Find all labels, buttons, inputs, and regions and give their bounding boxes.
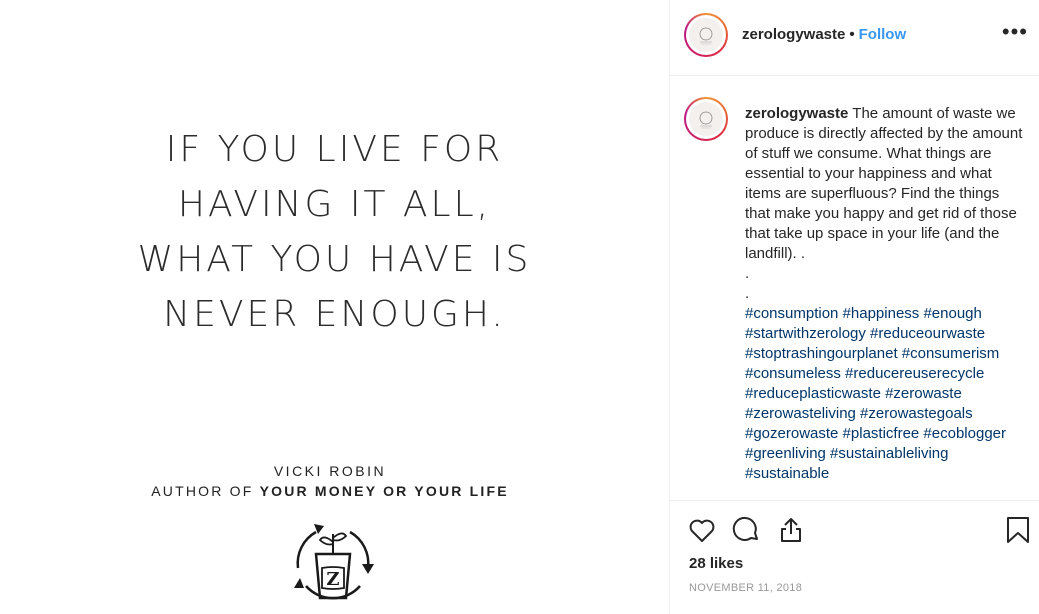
caption-username[interactable]: zerologywaste	[745, 105, 848, 122]
book-title: YOUR MONEY OR YOUR LIFE	[259, 483, 509, 499]
header-user-row: zerologywaste • Follow	[742, 26, 906, 43]
caption-dot: .	[745, 285, 750, 302]
post-actions: 28 likes NOVEMBER 11, 2018	[670, 500, 1039, 614]
quote-line: WHAT YOU HAVE IS	[137, 239, 532, 280]
caption-dot: .	[745, 265, 750, 282]
caption-avatar[interactable]	[684, 97, 728, 141]
post-sidebar: zerologywaste • Follow ••• zerologywaste T…	[669, 0, 1039, 614]
more-options-icon[interactable]: •••	[1002, 21, 1028, 43]
post-header: zerologywaste • Follow •••	[670, 0, 1039, 76]
quote-line: HAVING IT ALL,	[177, 184, 492, 225]
bookmark-icon[interactable]	[1003, 515, 1033, 545]
caption-text: The amount of waste we produce is direct…	[745, 105, 1023, 262]
quote-line: IF YOU LIVE FOR	[165, 129, 504, 170]
author-credit: AUTHOR OF YOUR MONEY OR YOUR LIFE	[0, 483, 660, 499]
zerology-avatar-icon	[699, 111, 713, 129]
author-name: VICKI ROBIN	[273, 463, 387, 479]
avatar[interactable]	[684, 13, 728, 57]
follow-button[interactable]: Follow	[859, 26, 907, 43]
author-prefix: AUTHOR OF	[151, 483, 260, 499]
caption: zerologywaste The amount of waste we pro…	[745, 104, 1023, 484]
share-icon[interactable]	[776, 515, 806, 545]
heart-icon[interactable]	[687, 515, 717, 545]
quote-line: NEVER ENOUGH.	[163, 294, 506, 335]
likes-count[interactable]: 28 likes	[689, 555, 743, 572]
logo-letter: Z	[326, 569, 339, 590]
quote-text: IF YOU LIVE FOR HAVING IT ALL, WHAT YOU …	[0, 122, 669, 342]
hashtags[interactable]: #consumption #happiness #enough #startwi…	[745, 304, 1023, 484]
post-image[interactable]: IF YOU LIVE FOR HAVING IT ALL, WHAT YOU …	[0, 0, 669, 614]
header-username[interactable]: zerologywaste	[742, 26, 845, 43]
comment-icon[interactable]	[731, 515, 761, 545]
zerology-avatar-icon	[699, 27, 713, 45]
post-date[interactable]: NOVEMBER 11, 2018	[689, 582, 802, 594]
separator-dot: •	[849, 26, 855, 43]
comments-section[interactable]: zerologywaste The amount of waste we pro…	[670, 77, 1039, 499]
zerology-logo: Z	[294, 524, 374, 600]
